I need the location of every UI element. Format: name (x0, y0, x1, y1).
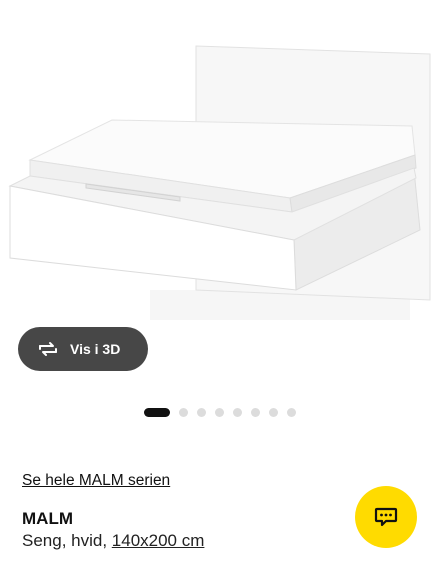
carousel-dot[interactable] (251, 407, 260, 417)
carousel-dot[interactable] (233, 407, 242, 417)
carousel-dot[interactable] (287, 407, 296, 417)
chat-bubble-icon (374, 507, 398, 527)
product-type-color: Seng, hvid, (22, 531, 112, 550)
chat-button[interactable] (355, 486, 417, 548)
carousel-dot[interactable] (179, 407, 188, 417)
product-size-link[interactable]: 140x200 cm (112, 531, 205, 550)
rotate-3d-icon (39, 342, 57, 356)
carousel-dot-active[interactable] (144, 407, 170, 417)
product-name: MALM (22, 509, 73, 528)
carousel-dot[interactable] (197, 407, 206, 417)
view-in-3d-button[interactable]: Vis i 3D (18, 327, 148, 371)
series-link[interactable]: Se hele MALM serien (22, 472, 170, 490)
image-carousel-indicator (144, 406, 305, 418)
product-description: Seng, hvid, 140x200 cm (22, 531, 204, 551)
carousel-dot[interactable] (269, 407, 278, 417)
view-in-3d-label: Vis i 3D (70, 341, 121, 357)
product-image[interactable] (0, 0, 440, 325)
carousel-dot[interactable] (215, 407, 224, 417)
